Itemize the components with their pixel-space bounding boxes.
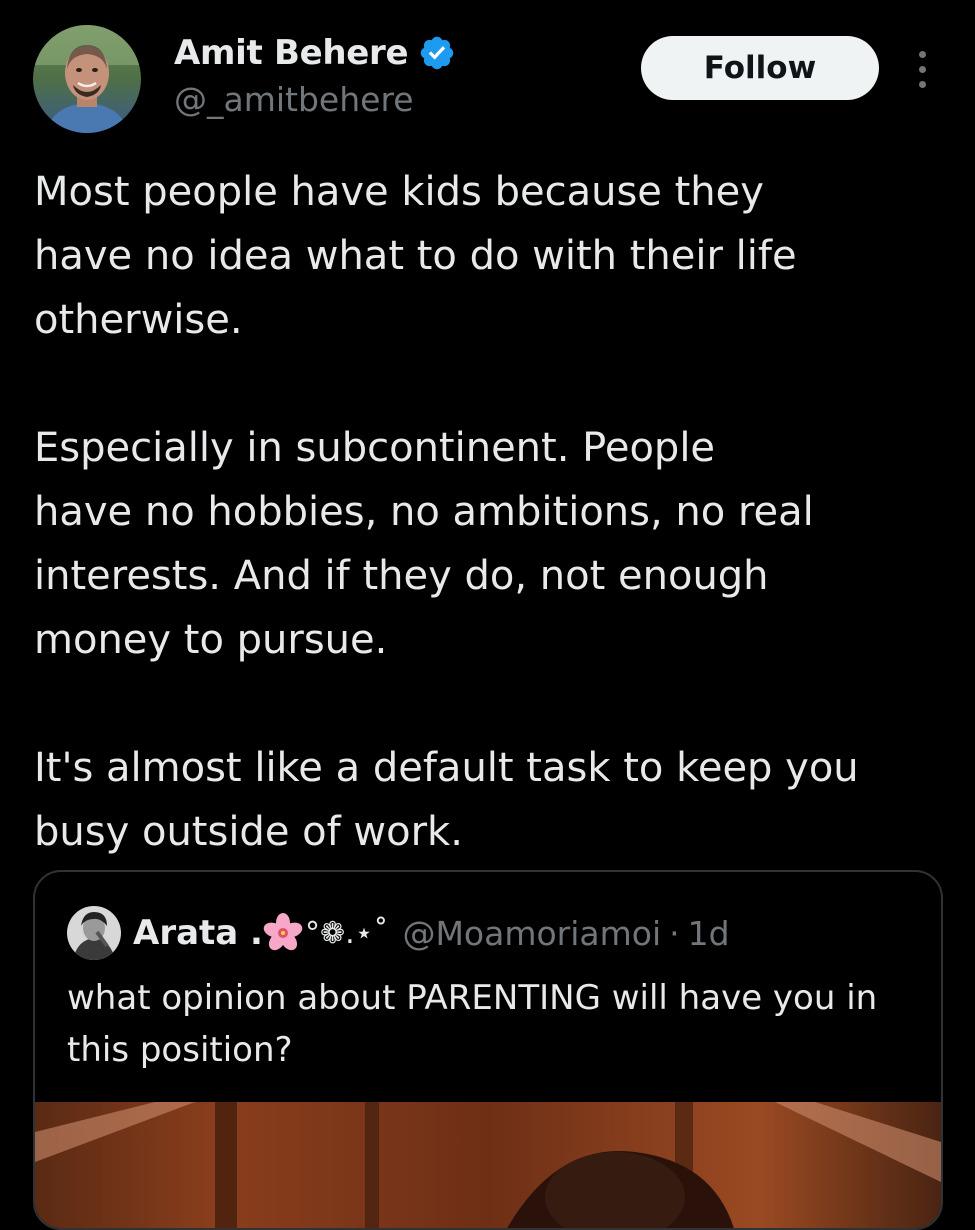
- quoted-tweet-text: what opinion about PARENTING will have y…: [67, 978, 878, 1070]
- follow-button[interactable]: Follow: [641, 36, 879, 100]
- tweet-paragraph: Especially in subcontinent. People have …: [34, 425, 814, 663]
- author-name[interactable]: Amit Behere: [174, 33, 409, 73]
- separator-dot: ·: [669, 913, 680, 953]
- author-avatar[interactable]: [33, 25, 141, 133]
- quoted-tweet-card[interactable]: Arata . °❁.⋆˚ @Moamoriamoi · 1d what opi…: [33, 870, 943, 1230]
- verified-badge-icon: [421, 36, 454, 70]
- quoted-author-handle[interactable]: @Moamoriamoi: [402, 914, 661, 953]
- more-dot: [918, 80, 926, 88]
- quoted-author-name[interactable]: Arata .: [133, 913, 263, 953]
- more-dot: [918, 65, 926, 73]
- more-vertical-icon[interactable]: [902, 46, 942, 92]
- author-name-row[interactable]: Amit Behere: [174, 30, 456, 76]
- quoted-author-name-decoration: °❁.⋆˚: [304, 915, 389, 951]
- tweet-paragraph: Most people have kids because they have …: [34, 169, 797, 343]
- tweet-paragraph: It's almost like a default task to keep …: [34, 745, 859, 855]
- quoted-tweet-header: Arata . °❁.⋆˚ @Moamoriamoi · 1d: [67, 906, 730, 960]
- tweet-text: Most people have kids because they have …: [34, 160, 959, 864]
- author-handle[interactable]: @_amitbehere: [174, 80, 414, 119]
- more-dot: [918, 50, 926, 58]
- quoted-author-avatar[interactable]: [67, 906, 121, 960]
- quoted-tweet-time[interactable]: 1d: [688, 914, 730, 953]
- cherry-blossom-icon: [263, 913, 303, 951]
- quoted-tweet-image[interactable]: [35, 1102, 941, 1228]
